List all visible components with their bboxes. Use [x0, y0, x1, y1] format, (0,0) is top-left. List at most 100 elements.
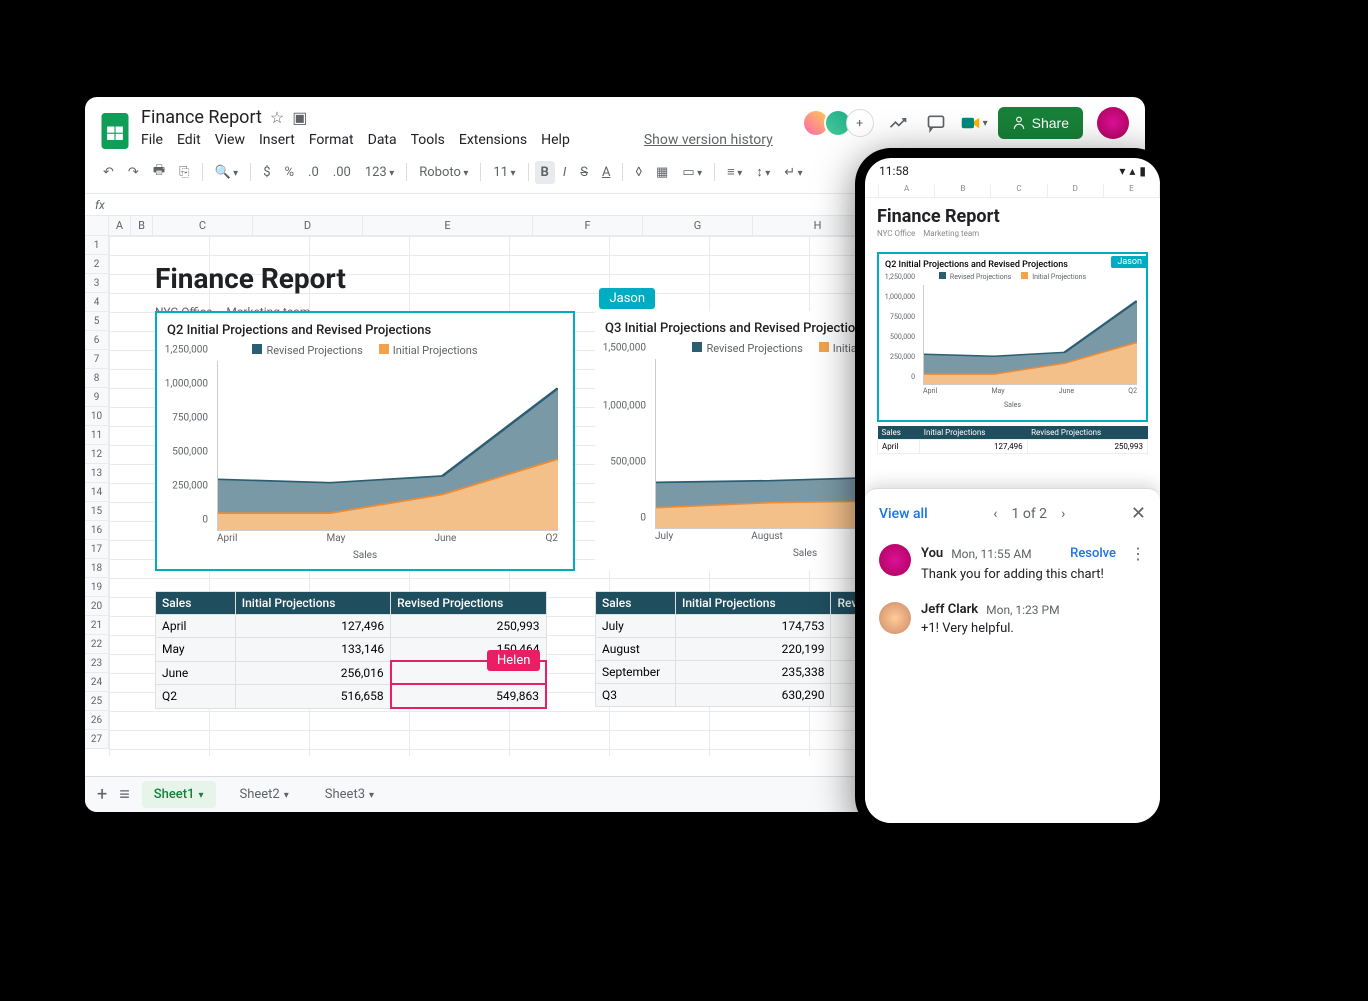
menu-edit[interactable]: Edit: [177, 132, 201, 148]
text-color-icon[interactable]: A: [596, 161, 616, 184]
row-headers[interactable]: 1234567891011121314151617181920212223242…: [85, 236, 109, 749]
comment-time: Mon, 11:55 AM: [951, 547, 1031, 561]
row-header[interactable]: 22: [85, 635, 109, 654]
doc-title[interactable]: Finance Report: [141, 107, 262, 128]
strike-icon[interactable]: S: [574, 161, 594, 184]
row-header[interactable]: 20: [85, 597, 109, 616]
close-icon[interactable]: ✕: [1131, 503, 1146, 524]
italic-icon[interactable]: I: [557, 161, 572, 184]
col-e[interactable]: E: [363, 216, 533, 235]
row-header[interactable]: 16: [85, 521, 109, 540]
next-comment-icon[interactable]: ›: [1061, 506, 1065, 522]
row-header[interactable]: 24: [85, 673, 109, 692]
font-dropdown[interactable]: Roboto: [413, 161, 474, 184]
tab-sheet3[interactable]: Sheet3▾: [313, 781, 386, 808]
view-all-link[interactable]: View all: [879, 506, 928, 522]
resolve-link[interactable]: Resolve: [1070, 546, 1116, 561]
col-a[interactable]: A: [109, 216, 131, 235]
percent-icon[interactable]: %: [279, 161, 301, 184]
valign-icon[interactable]: ↕: [750, 160, 776, 184]
trend-icon[interactable]: [884, 109, 912, 137]
collab-more-icon[interactable]: +: [846, 109, 874, 137]
row-header[interactable]: 12: [85, 445, 109, 464]
currency-icon[interactable]: $: [257, 161, 276, 184]
row-header[interactable]: 17: [85, 540, 109, 559]
paint-format-icon[interactable]: ⎘: [173, 161, 195, 184]
undo-icon[interactable]: ↶: [97, 161, 120, 184]
mobile-chart[interactable]: Q2 Initial Projections and Revised Proje…: [877, 252, 1148, 422]
mobile-comment-sheet: View all ‹ 1 of 2 › ✕ You Mon, 11:55 AM …: [865, 488, 1160, 823]
chart-q2[interactable]: Q2 Initial Projections and Revised Proje…: [155, 311, 575, 571]
mobile-col-headers[interactable]: A B C D E: [865, 184, 1160, 198]
row-header[interactable]: 3: [85, 274, 109, 293]
col-g[interactable]: G: [643, 216, 753, 235]
menu-help[interactable]: Help: [541, 132, 570, 148]
row-header[interactable]: 4: [85, 293, 109, 312]
tab-sheet1[interactable]: Sheet1▾: [142, 781, 216, 808]
row-header[interactable]: 18: [85, 559, 109, 578]
meet-button[interactable]: ▾: [960, 109, 988, 137]
row-header[interactable]: 9: [85, 388, 109, 407]
redo-icon[interactable]: ↷: [122, 161, 145, 184]
row-header[interactable]: 19: [85, 578, 109, 597]
menu-insert[interactable]: Insert: [259, 132, 295, 148]
tab-sheet2[interactable]: Sheet2▾: [228, 781, 301, 808]
zoom-dropdown[interactable]: 🔍: [209, 161, 245, 184]
row-header[interactable]: 10: [85, 407, 109, 426]
menu-format[interactable]: Format: [309, 132, 354, 148]
chart-q2-title: Q2 Initial Projections and Revised Proje…: [167, 323, 563, 338]
prev-comment-icon[interactable]: ‹: [993, 506, 997, 522]
sheets-logo: [99, 111, 131, 151]
row-header[interactable]: 13: [85, 464, 109, 483]
col-d[interactable]: D: [253, 216, 363, 235]
row-header[interactable]: 11: [85, 426, 109, 445]
mobile-title: Finance Report: [877, 206, 1148, 227]
menu-view[interactable]: View: [215, 132, 245, 148]
col-f[interactable]: F: [533, 216, 643, 235]
halign-icon[interactable]: ≡: [721, 160, 748, 184]
row-header[interactable]: 5: [85, 312, 109, 331]
profile-avatar[interactable]: [1097, 107, 1129, 139]
row-header[interactable]: 7: [85, 350, 109, 369]
menu-file[interactable]: File: [141, 132, 163, 148]
comment-history-icon[interactable]: [922, 109, 950, 137]
bold-icon[interactable]: B: [535, 161, 555, 184]
row-header[interactable]: 23: [85, 654, 109, 673]
star-icon[interactable]: ☆: [270, 108, 284, 127]
row-header[interactable]: 14: [85, 483, 109, 502]
collaborator-avatars[interactable]: +: [808, 109, 874, 137]
row-header[interactable]: 6: [85, 331, 109, 350]
mobile-table[interactable]: SalesInitial ProjectionsRevised Projecti…: [877, 426, 1148, 454]
dec-increase-icon[interactable]: .00: [327, 161, 357, 184]
more-formats-dropdown[interactable]: 123: [359, 161, 400, 184]
row-header[interactable]: 25: [85, 692, 109, 711]
move-to-drive-icon[interactable]: ▣: [292, 108, 307, 127]
row-header[interactable]: 27: [85, 730, 109, 749]
menu-tools[interactable]: Tools: [411, 132, 445, 148]
wrap-icon[interactable]: ↵: [778, 161, 808, 184]
menu-data[interactable]: Data: [368, 132, 397, 148]
row-header[interactable]: 2: [85, 255, 109, 274]
comment-menu-icon[interactable]: ⋮: [1130, 544, 1146, 563]
version-history-link[interactable]: Show version history: [644, 132, 773, 148]
borders-icon[interactable]: ▦: [650, 161, 674, 184]
dec-decrease-icon[interactable]: .0: [302, 161, 325, 184]
row-header[interactable]: 21: [85, 616, 109, 635]
menu-extensions[interactable]: Extensions: [459, 132, 527, 148]
add-sheet-icon[interactable]: +: [97, 784, 107, 805]
col-b[interactable]: B: [131, 216, 153, 235]
fill-color-icon[interactable]: ◊: [629, 161, 648, 184]
share-button[interactable]: Share: [998, 107, 1083, 139]
print-icon[interactable]: 🖶: [147, 157, 171, 187]
row-header[interactable]: 15: [85, 502, 109, 521]
col-c[interactable]: C: [153, 216, 253, 235]
row-header[interactable]: 26: [85, 711, 109, 730]
mobile-time: 11:58: [879, 164, 909, 178]
battery-icon: ▮: [1139, 164, 1146, 178]
all-sheets-icon[interactable]: ≡: [119, 784, 130, 805]
font-size-dropdown[interactable]: 11: [487, 161, 521, 184]
merge-cells-icon[interactable]: ▭: [676, 161, 708, 184]
row-header[interactable]: 1: [85, 236, 109, 255]
share-label: Share: [1032, 115, 1069, 131]
row-header[interactable]: 8: [85, 369, 109, 388]
